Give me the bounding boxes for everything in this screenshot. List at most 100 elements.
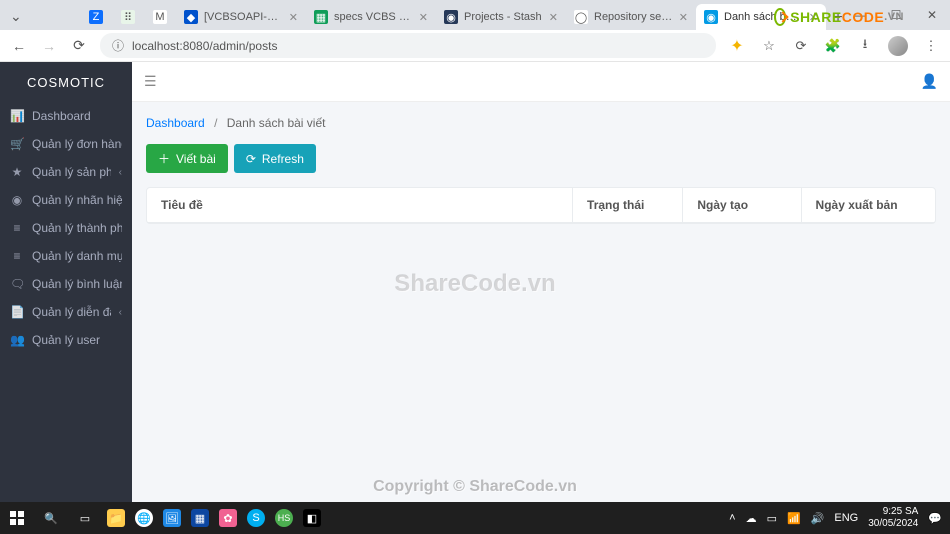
sidebar-item[interactable]: ★ Quản lý sản phẩm ‹	[0, 158, 132, 186]
tab-favicon: ◉	[704, 10, 718, 24]
explorer-icon[interactable]: 📁	[102, 502, 130, 534]
tab-title: [VCBSOAPI-271] Store	[204, 11, 283, 23]
skype-icon[interactable]: S	[242, 502, 270, 534]
tab-close-icon[interactable]: ✕	[679, 11, 688, 24]
tray-clock[interactable]: 9:25 SA 30/05/2024	[868, 506, 918, 530]
user-menu-icon[interactable]: 👤	[921, 73, 938, 90]
profile-avatar[interactable]	[888, 36, 908, 56]
sidebar-item[interactable]: 🗨Quản lý bình luận	[0, 270, 132, 298]
app-icon-1[interactable]: 🖼	[158, 502, 186, 534]
breadcrumb-home[interactable]: Dashboard	[146, 116, 205, 130]
tray-date: 30/05/2024	[868, 518, 918, 530]
sidebar-item-icon: 📄	[10, 305, 24, 319]
browser-menu-icon[interactable]: ⋮	[922, 37, 940, 55]
heidisql-icon[interactable]: HS	[270, 502, 298, 534]
tab-title: Repository search resu	[594, 11, 673, 23]
browser-tab[interactable]: ▦ specs VCBS - Google T ✕	[306, 4, 436, 30]
th-status[interactable]: Trạng thái	[573, 188, 683, 223]
sidebar-item-label: Quản lý danh mục	[32, 249, 122, 263]
chevron-left-icon: ‹	[119, 307, 122, 318]
nav-reload[interactable]: ⟳	[70, 37, 88, 55]
site-info-icon[interactable]: ⓘ	[112, 37, 124, 54]
tab-close-icon[interactable]: ✕	[419, 11, 428, 24]
sidebar-item-label: Quản lý nhãn hiệu	[32, 193, 122, 207]
write-post-button[interactable]: ＋ Viết bài	[146, 144, 228, 173]
sidebar-item[interactable]: 📄Quản lý diễn đàn‹	[0, 298, 132, 326]
th-published[interactable]: Ngày xuất bản	[801, 188, 935, 223]
tab-favicon: Z	[89, 10, 103, 24]
sidebar-item-icon: 🗨	[10, 277, 24, 291]
sidebar-item[interactable]: 🛒Quản lý đơn hàng	[0, 130, 132, 158]
sidebar-item-label: Quản lý user	[32, 333, 122, 347]
sidebar-item-icon: 👥	[10, 333, 24, 347]
tray-onedrive-icon[interactable]: ☁	[746, 512, 757, 525]
browser-tab[interactable]: Z	[80, 4, 112, 30]
sidebar-item-label: Quản lý thành phần	[32, 221, 122, 235]
start-button[interactable]	[0, 502, 34, 534]
sidebar-item[interactable]: ≡Quản lý danh mục	[0, 242, 132, 270]
app-icon-3[interactable]: ✿	[214, 502, 242, 534]
refresh-button[interactable]: ⟳ Refresh	[234, 144, 316, 173]
tray-wifi-icon[interactable]: 📶	[787, 512, 801, 525]
sidebar: COSMOTIC 📊Dashboard🛒Quản lý đơn hàng★Quả…	[0, 62, 132, 502]
watermark-logo: SHARECODE.VN	[774, 7, 904, 27]
sidebar-item-label: Quản lý đơn hàng	[32, 137, 122, 151]
sidebar-item-icon: ★	[10, 165, 24, 179]
sidebar-item[interactable]: 👥 Quản lý user	[0, 326, 132, 354]
address-bar: ← → ⟳ ⓘ localhost:8080/admin/posts ✦ ☆ ⟳…	[0, 30, 950, 62]
write-post-label: Viết bài	[176, 152, 216, 166]
tab-favicon: ◆	[184, 10, 198, 24]
url-input[interactable]: ⓘ localhost:8080/admin/posts	[100, 33, 716, 58]
th-title[interactable]: Tiêu đề	[147, 188, 573, 223]
extensions-icon[interactable]: ⟳	[792, 37, 810, 55]
sidebar-item-icon: ≡	[10, 221, 24, 235]
tab-close-icon[interactable]: ✕	[289, 11, 298, 24]
sidebar-item[interactable]: ◉Quản lý nhãn hiệu	[0, 186, 132, 214]
browser-tab[interactable]: ◆ [VCBSOAPI-271] Store ✕	[176, 4, 306, 30]
watermark-footer: Copyright © ShareCode.vn	[373, 478, 577, 496]
chrome-icon[interactable]: 🌐	[130, 502, 158, 534]
browser-tab[interactable]: ⠿	[112, 4, 144, 30]
task-view-button[interactable]: ▭	[68, 502, 102, 534]
tab-favicon: ▦	[314, 10, 328, 24]
download-icon[interactable]: ⭳	[856, 37, 874, 55]
url-text: localhost:8080/admin/posts	[132, 39, 277, 53]
sidebar-toggle-icon[interactable]: ☰	[144, 73, 157, 90]
browser-tab[interactable]: M	[144, 4, 176, 30]
tab-search-chevron[interactable]: ⌄	[10, 8, 22, 25]
tray-volume-icon[interactable]: 🔊	[811, 512, 825, 525]
windows-taskbar: 🔍 ▭ 📁 🌐 🖼 ▦ ✿ S HS ◧ ˄ ☁ ▭ 📶 🔊 ENG 9:25 …	[0, 502, 950, 534]
bookmark-icon[interactable]: ☆	[760, 37, 778, 55]
th-created[interactable]: Ngày tạo	[683, 188, 801, 223]
watermark-center: ShareCode.vn	[394, 270, 555, 298]
sidebar-item[interactable]: 📊Dashboard	[0, 102, 132, 130]
chevron-left-icon: ‹	[119, 167, 122, 178]
tab-title: specs VCBS - Google T	[334, 11, 413, 23]
tab-favicon: M	[153, 10, 167, 24]
sidebar-item[interactable]: ≡ Quản lý thành phần	[0, 214, 132, 242]
tray-chevron-icon[interactable]: ˄	[729, 512, 735, 524]
tray-notifications-icon[interactable]: 💬	[928, 512, 942, 525]
nav-back[interactable]: ←	[10, 37, 28, 55]
posts-table-card: Tiêu đề Trạng thái Ngày tạo Ngày xuất bả…	[146, 187, 936, 224]
topbar: ☰ 👤	[132, 62, 950, 102]
refresh-icon: ⟳	[246, 152, 256, 166]
browser-tab[interactable]: ◉ Projects - Stash ✕	[436, 4, 566, 30]
puzzle-icon[interactable]: 🧩	[824, 37, 842, 55]
tab-favicon: ◉	[444, 10, 458, 24]
gemini-icon[interactable]: ✦	[728, 37, 746, 55]
nav-forward[interactable]: →	[40, 37, 58, 55]
intellij-icon[interactable]: ◧	[298, 502, 326, 534]
tab-title: Projects - Stash	[464, 11, 543, 23]
app-icon-2[interactable]: ▦	[186, 502, 214, 534]
window-close[interactable]: ✕	[914, 0, 950, 30]
browser-tab[interactable]: ◯Repository search resu✕	[566, 4, 696, 30]
tab-close-icon[interactable]: ✕	[549, 11, 558, 24]
tab-favicon: ⠿	[121, 10, 135, 24]
sidebar-item-label: Quản lý sản phẩm	[32, 165, 111, 179]
tray-time: 9:25 SA	[868, 506, 918, 518]
tray-battery-icon[interactable]: ▭	[767, 512, 777, 525]
posts-table: Tiêu đề Trạng thái Ngày tạo Ngày xuất bả…	[147, 188, 935, 223]
search-button[interactable]: 🔍	[34, 502, 68, 534]
tray-lang[interactable]: ENG	[834, 512, 858, 524]
